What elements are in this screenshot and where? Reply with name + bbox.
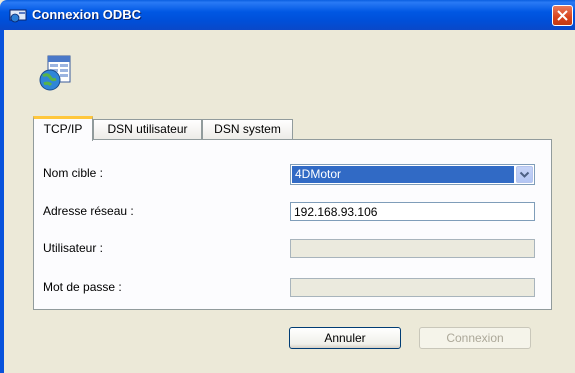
close-button[interactable]	[552, 5, 573, 26]
address-label: Adresse réseau :	[43, 204, 134, 218]
connect-button[interactable]: Connexion	[419, 327, 531, 349]
title-bar[interactable]: Connexion ODBC	[0, 0, 575, 30]
target-select-value: 4DMotor	[292, 166, 514, 183]
tab-tcpip[interactable]: TCP/IP	[33, 116, 93, 141]
password-field[interactable]	[290, 278, 535, 297]
tab-dsn-system[interactable]: DSN system	[202, 119, 293, 140]
close-icon	[557, 10, 568, 21]
target-label: Nom cible :	[43, 166, 104, 180]
address-field[interactable]	[290, 202, 535, 221]
user-field[interactable]	[290, 239, 535, 258]
odbc-small-icon	[9, 9, 27, 23]
target-select[interactable]: 4DMotor	[290, 164, 535, 185]
odbc-dialog: Connexion ODBC TCP/IP DSN utilisateur DS…	[0, 0, 575, 373]
user-label: Utilisateur :	[43, 241, 104, 255]
window-border	[0, 30, 4, 373]
odbc-database-icon	[39, 55, 71, 91]
window-title: Connexion ODBC	[32, 7, 142, 22]
dropdown-button[interactable]	[516, 166, 533, 183]
cancel-button[interactable]: Annuler	[289, 327, 401, 349]
password-label: Mot de passe :	[43, 280, 122, 294]
chevron-down-icon	[519, 171, 530, 178]
tab-dsn-utilisateur[interactable]: DSN utilisateur	[93, 119, 202, 140]
